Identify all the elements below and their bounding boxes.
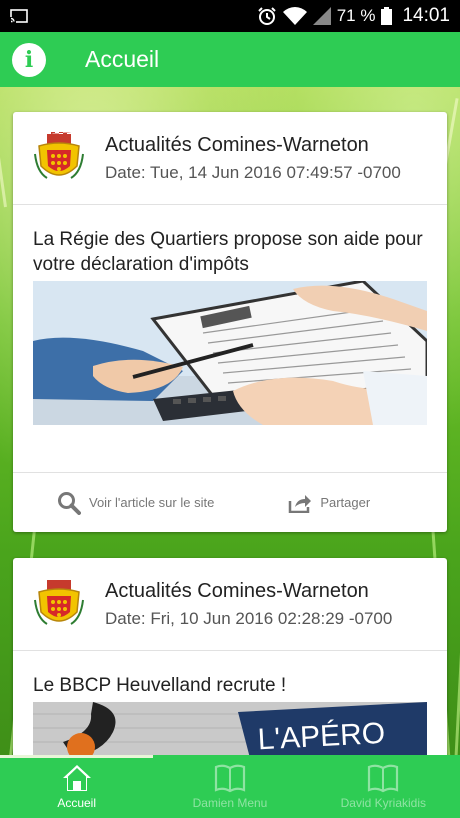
news-card[interactable]: Actualités Comines-Warneton Date: Tue, 1… — [13, 112, 447, 532]
card-header: Actualités Comines-Warneton Date: Tue, 1… — [13, 112, 447, 205]
battery-icon — [381, 7, 393, 25]
grass-blade — [454, 507, 460, 755]
card-actions: Voir l'article sur le site Partager — [13, 472, 447, 532]
nav-label: Damien Menu — [192, 796, 268, 810]
nav-label: David Kyriakidis — [340, 796, 426, 810]
home-icon — [62, 765, 91, 791]
status-bar: 71 % 14:01 — [0, 0, 460, 32]
card-source: Actualités Comines-Warneton — [105, 579, 369, 602]
nav-item-damien-menu[interactable]: Damien Menu — [153, 755, 306, 818]
nav-label: Accueil — [57, 796, 96, 810]
app-bar: i Accueil — [0, 32, 460, 87]
share-label: Partager — [320, 495, 371, 510]
card-date: Date: Tue, 14 Jun 2016 07:49:57 -0700 — [105, 162, 401, 182]
article-image-apero: L'APÉRO — [33, 702, 427, 758]
nav-item-david-kyriakidis[interactable]: David Kyriakidis — [307, 755, 460, 818]
card-source: Actualités Comines-Warneton — [105, 133, 369, 156]
view-article-label: Voir l'article sur le site — [89, 495, 215, 510]
clock: 14:01 — [402, 5, 450, 26]
info-button[interactable]: i — [12, 42, 46, 77]
active-tab-indicator — [0, 755, 153, 758]
share-icon — [289, 494, 312, 513]
book-icon — [214, 764, 246, 793]
cast-icon — [10, 9, 28, 23]
comines-warneton-crest-logo — [34, 132, 84, 179]
signal-icon — [312, 7, 331, 25]
card-date: Date: Fri, 10 Jun 2016 02:28:29 -0700 — [105, 608, 393, 628]
alarm-icon — [257, 7, 276, 25]
card-title: La Régie des Quartiers propose son aide … — [33, 229, 423, 275]
view-article-button[interactable]: Voir l'article sur le site — [57, 491, 214, 515]
news-card[interactable]: Actualités Comines-Warneton Date: Fri, 1… — [13, 558, 447, 758]
share-button[interactable]: Partager — [288, 493, 370, 513]
search-icon — [58, 491, 81, 515]
card-header: Actualités Comines-Warneton Date: Fri, 1… — [13, 558, 447, 651]
bottom-navigation: Accueil Damien Menu David Kyriakidis — [0, 755, 460, 818]
article-image-tax-form — [33, 281, 427, 425]
page-title: Accueil — [85, 46, 160, 72]
wifi-icon — [282, 7, 307, 25]
battery-level: 71 % — [336, 6, 376, 25]
grass-blade — [0, 87, 7, 208]
book-icon — [368, 764, 399, 793]
nav-item-accueil[interactable]: Accueil — [0, 755, 153, 818]
comines-warneton-crest-logo — [34, 580, 84, 625]
card-title: Le BBCP Heuvelland recrute ! — [33, 675, 287, 696]
article-image-text: L'APÉRO — [257, 717, 386, 757]
